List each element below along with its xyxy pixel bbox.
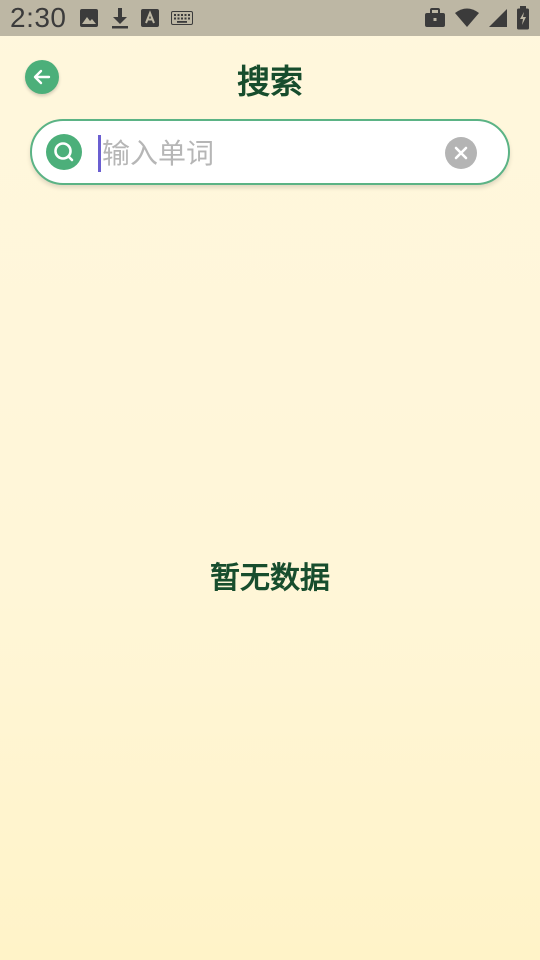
- clear-button[interactable]: [445, 137, 477, 169]
- search-icon: [46, 134, 82, 170]
- close-icon: [452, 144, 470, 162]
- battery-icon: [516, 6, 530, 30]
- wifi-icon: [454, 8, 480, 28]
- page-title: 搜索: [237, 62, 303, 101]
- status-bar-left: 2:30: [10, 2, 193, 34]
- status-time: 2:30: [10, 2, 67, 33]
- status-bar: 2:30: [0, 0, 540, 36]
- search-input[interactable]: [98, 131, 428, 175]
- image-icon: [79, 8, 99, 28]
- font-icon: [140, 9, 159, 27]
- text-caret: [98, 135, 101, 172]
- empty-state-text: 暂无数据: [210, 561, 330, 596]
- download-icon: [111, 7, 129, 29]
- status-bar-right: [424, 6, 530, 30]
- search-box[interactable]: [30, 119, 510, 185]
- signal-icon: [488, 8, 508, 28]
- keyboard-icon: [170, 11, 193, 25]
- briefcase-icon: [424, 8, 446, 28]
